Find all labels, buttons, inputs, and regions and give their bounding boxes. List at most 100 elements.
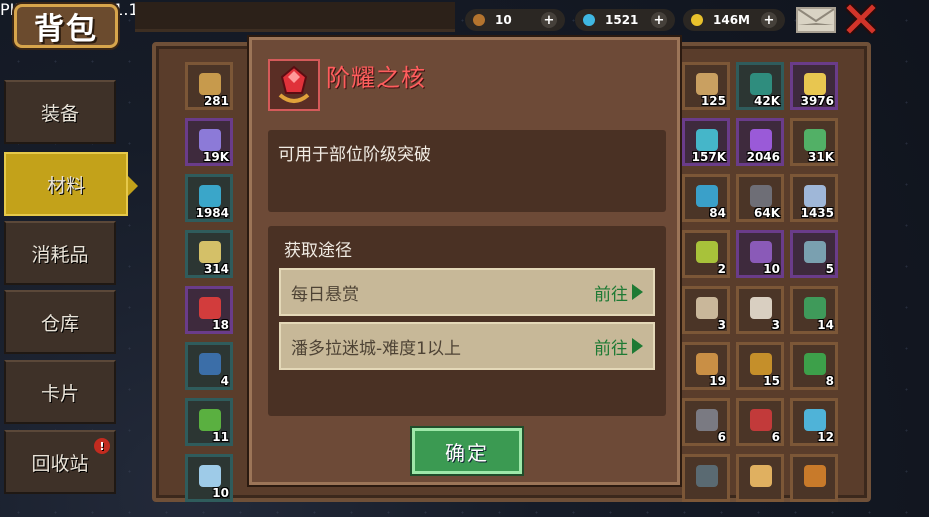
inventory-slot[interactable]: 31K xyxy=(790,118,838,166)
inventory-slot[interactable]: 6 xyxy=(736,398,784,446)
inventory-slot[interactable]: 1984 xyxy=(185,174,233,222)
item-count: 5 xyxy=(825,262,834,276)
inventory-slot[interactable]: 19 xyxy=(682,342,730,390)
inventory-slot[interactable]: 3 xyxy=(736,286,784,334)
item-icon xyxy=(199,409,221,431)
confirm-button[interactable]: 确定 xyxy=(412,428,522,474)
top-bar xyxy=(135,2,455,32)
tab-recycle[interactable]: 回收站! xyxy=(4,430,116,494)
item-icon xyxy=(696,241,718,263)
item-icon xyxy=(696,185,718,207)
mail-button[interactable] xyxy=(796,7,836,33)
tab-label: 消耗品 xyxy=(31,243,89,266)
item-count: 64K xyxy=(754,206,780,220)
item-icon xyxy=(750,129,772,151)
item-icon xyxy=(696,465,718,487)
item-icon xyxy=(804,465,826,487)
tab-equipment[interactable]: 装备 xyxy=(4,80,116,144)
inventory-slot[interactable]: 8 xyxy=(790,342,838,390)
item-icon xyxy=(804,241,826,263)
item-count: 125 xyxy=(700,94,726,108)
add-gem-button[interactable]: + xyxy=(651,12,667,28)
currency-gem-value: 1521 xyxy=(605,13,639,27)
inventory-slot[interactable]: 5 xyxy=(790,230,838,278)
inventory-slot[interactable]: 157K xyxy=(682,118,730,166)
go-button[interactable]: 前往 xyxy=(594,334,643,359)
envelope-icon xyxy=(798,9,834,23)
item-count: 10 xyxy=(763,262,780,276)
item-count: 157K xyxy=(691,150,726,164)
item-icon xyxy=(804,185,826,207)
item-description: 可用于部位阶级突破 xyxy=(278,145,431,165)
item-count: 281 xyxy=(203,94,229,108)
inventory-slot[interactable]: 10 xyxy=(185,454,233,502)
tab-label: 材料 xyxy=(46,174,85,197)
inventory-slot[interactable]: 4 xyxy=(185,342,233,390)
item-count: 3976 xyxy=(800,94,834,108)
item-count: 3 xyxy=(771,318,780,332)
inventory-slot[interactable]: 19K xyxy=(185,118,233,166)
inventory-slot[interactable]: 64K xyxy=(736,174,784,222)
item-icon xyxy=(199,185,221,207)
item-count: 18 xyxy=(212,318,229,332)
inventory-slot[interactable]: 3976 xyxy=(790,62,838,110)
currency-gold: 146M + xyxy=(683,9,785,31)
source-route-pandora-dungeon[interactable]: 潘多拉迷城-难度1以上 前往 xyxy=(279,322,655,370)
add-gold-button[interactable]: + xyxy=(761,12,777,28)
item-count: 6 xyxy=(717,430,726,444)
inventory-slot[interactable]: 10 xyxy=(736,230,784,278)
go-button[interactable]: 前往 xyxy=(594,280,643,305)
tab-label: 回收站 xyxy=(31,452,89,475)
tab-cards[interactable]: 卡片 xyxy=(4,360,116,424)
inventory-slot[interactable]: 125 xyxy=(682,62,730,110)
inventory-slot[interactable]: 314 xyxy=(185,230,233,278)
inventory-slot[interactable]: 6 xyxy=(682,398,730,446)
item-count: 3 xyxy=(717,318,726,332)
inventory-slot[interactable]: 42K xyxy=(736,62,784,110)
source-label: 每日悬赏 xyxy=(291,284,359,305)
item-icon xyxy=(199,129,221,151)
game-screen: 背包 10 + 1521 + 146M + 装备 材料 消耗品 仓库 卡片 回收… xyxy=(0,0,929,517)
tab-label: 装备 xyxy=(40,102,79,125)
tab-consumables[interactable]: 消耗品 xyxy=(4,221,116,285)
item-count: 15 xyxy=(763,374,780,388)
item-icon xyxy=(804,353,826,375)
add-wood-button[interactable]: + xyxy=(541,12,557,28)
item-icon xyxy=(696,73,718,95)
tab-materials[interactable]: 材料 xyxy=(4,152,138,216)
acquire-section: 获取途径 每日悬赏 前往 潘多拉迷城-难度1以上 前往 xyxy=(268,226,666,416)
item-icon xyxy=(750,353,772,375)
item-icon xyxy=(696,353,718,375)
go-label: 前往 xyxy=(594,338,628,359)
inventory-slot[interactable]: 281 xyxy=(185,62,233,110)
inventory-slot[interactable] xyxy=(790,454,838,502)
inventory-slot[interactable]: 12 xyxy=(790,398,838,446)
inventory-slot[interactable]: 84 xyxy=(682,174,730,222)
inventory-slot[interactable] xyxy=(682,454,730,502)
tab-warehouse[interactable]: 仓库 xyxy=(4,290,116,354)
inventory-slot[interactable]: 2046 xyxy=(736,118,784,166)
inventory-slot[interactable] xyxy=(736,454,784,502)
close-button[interactable] xyxy=(843,1,879,37)
item-count: 4 xyxy=(220,374,229,388)
item-count: 11 xyxy=(212,430,229,444)
inventory-slot[interactable]: 2 xyxy=(682,230,730,278)
inventory-slot[interactable]: 11 xyxy=(185,398,233,446)
item-count: 6 xyxy=(771,430,780,444)
item-name: 阶耀之核 xyxy=(326,64,426,92)
item-icon xyxy=(750,409,772,431)
source-route-daily-bounty[interactable]: 每日悬赏 前往 xyxy=(279,268,655,316)
blue-gem-icon xyxy=(583,14,595,26)
inventory-slot[interactable]: 18 xyxy=(185,286,233,334)
go-label: 前往 xyxy=(594,284,628,305)
item-count: 1435 xyxy=(800,206,834,220)
source-label: 潘多拉迷城-难度1以上 xyxy=(291,338,461,359)
alert-badge-icon: ! xyxy=(94,438,110,454)
item-icon xyxy=(750,185,772,207)
inventory-slot[interactable]: 14 xyxy=(790,286,838,334)
item-icon xyxy=(804,73,826,95)
inventory-slot[interactable]: 1435 xyxy=(790,174,838,222)
inventory-slot[interactable]: 3 xyxy=(682,286,730,334)
inventory-slot[interactable]: 15 xyxy=(736,342,784,390)
acquire-section-title: 获取途径 xyxy=(284,241,352,261)
